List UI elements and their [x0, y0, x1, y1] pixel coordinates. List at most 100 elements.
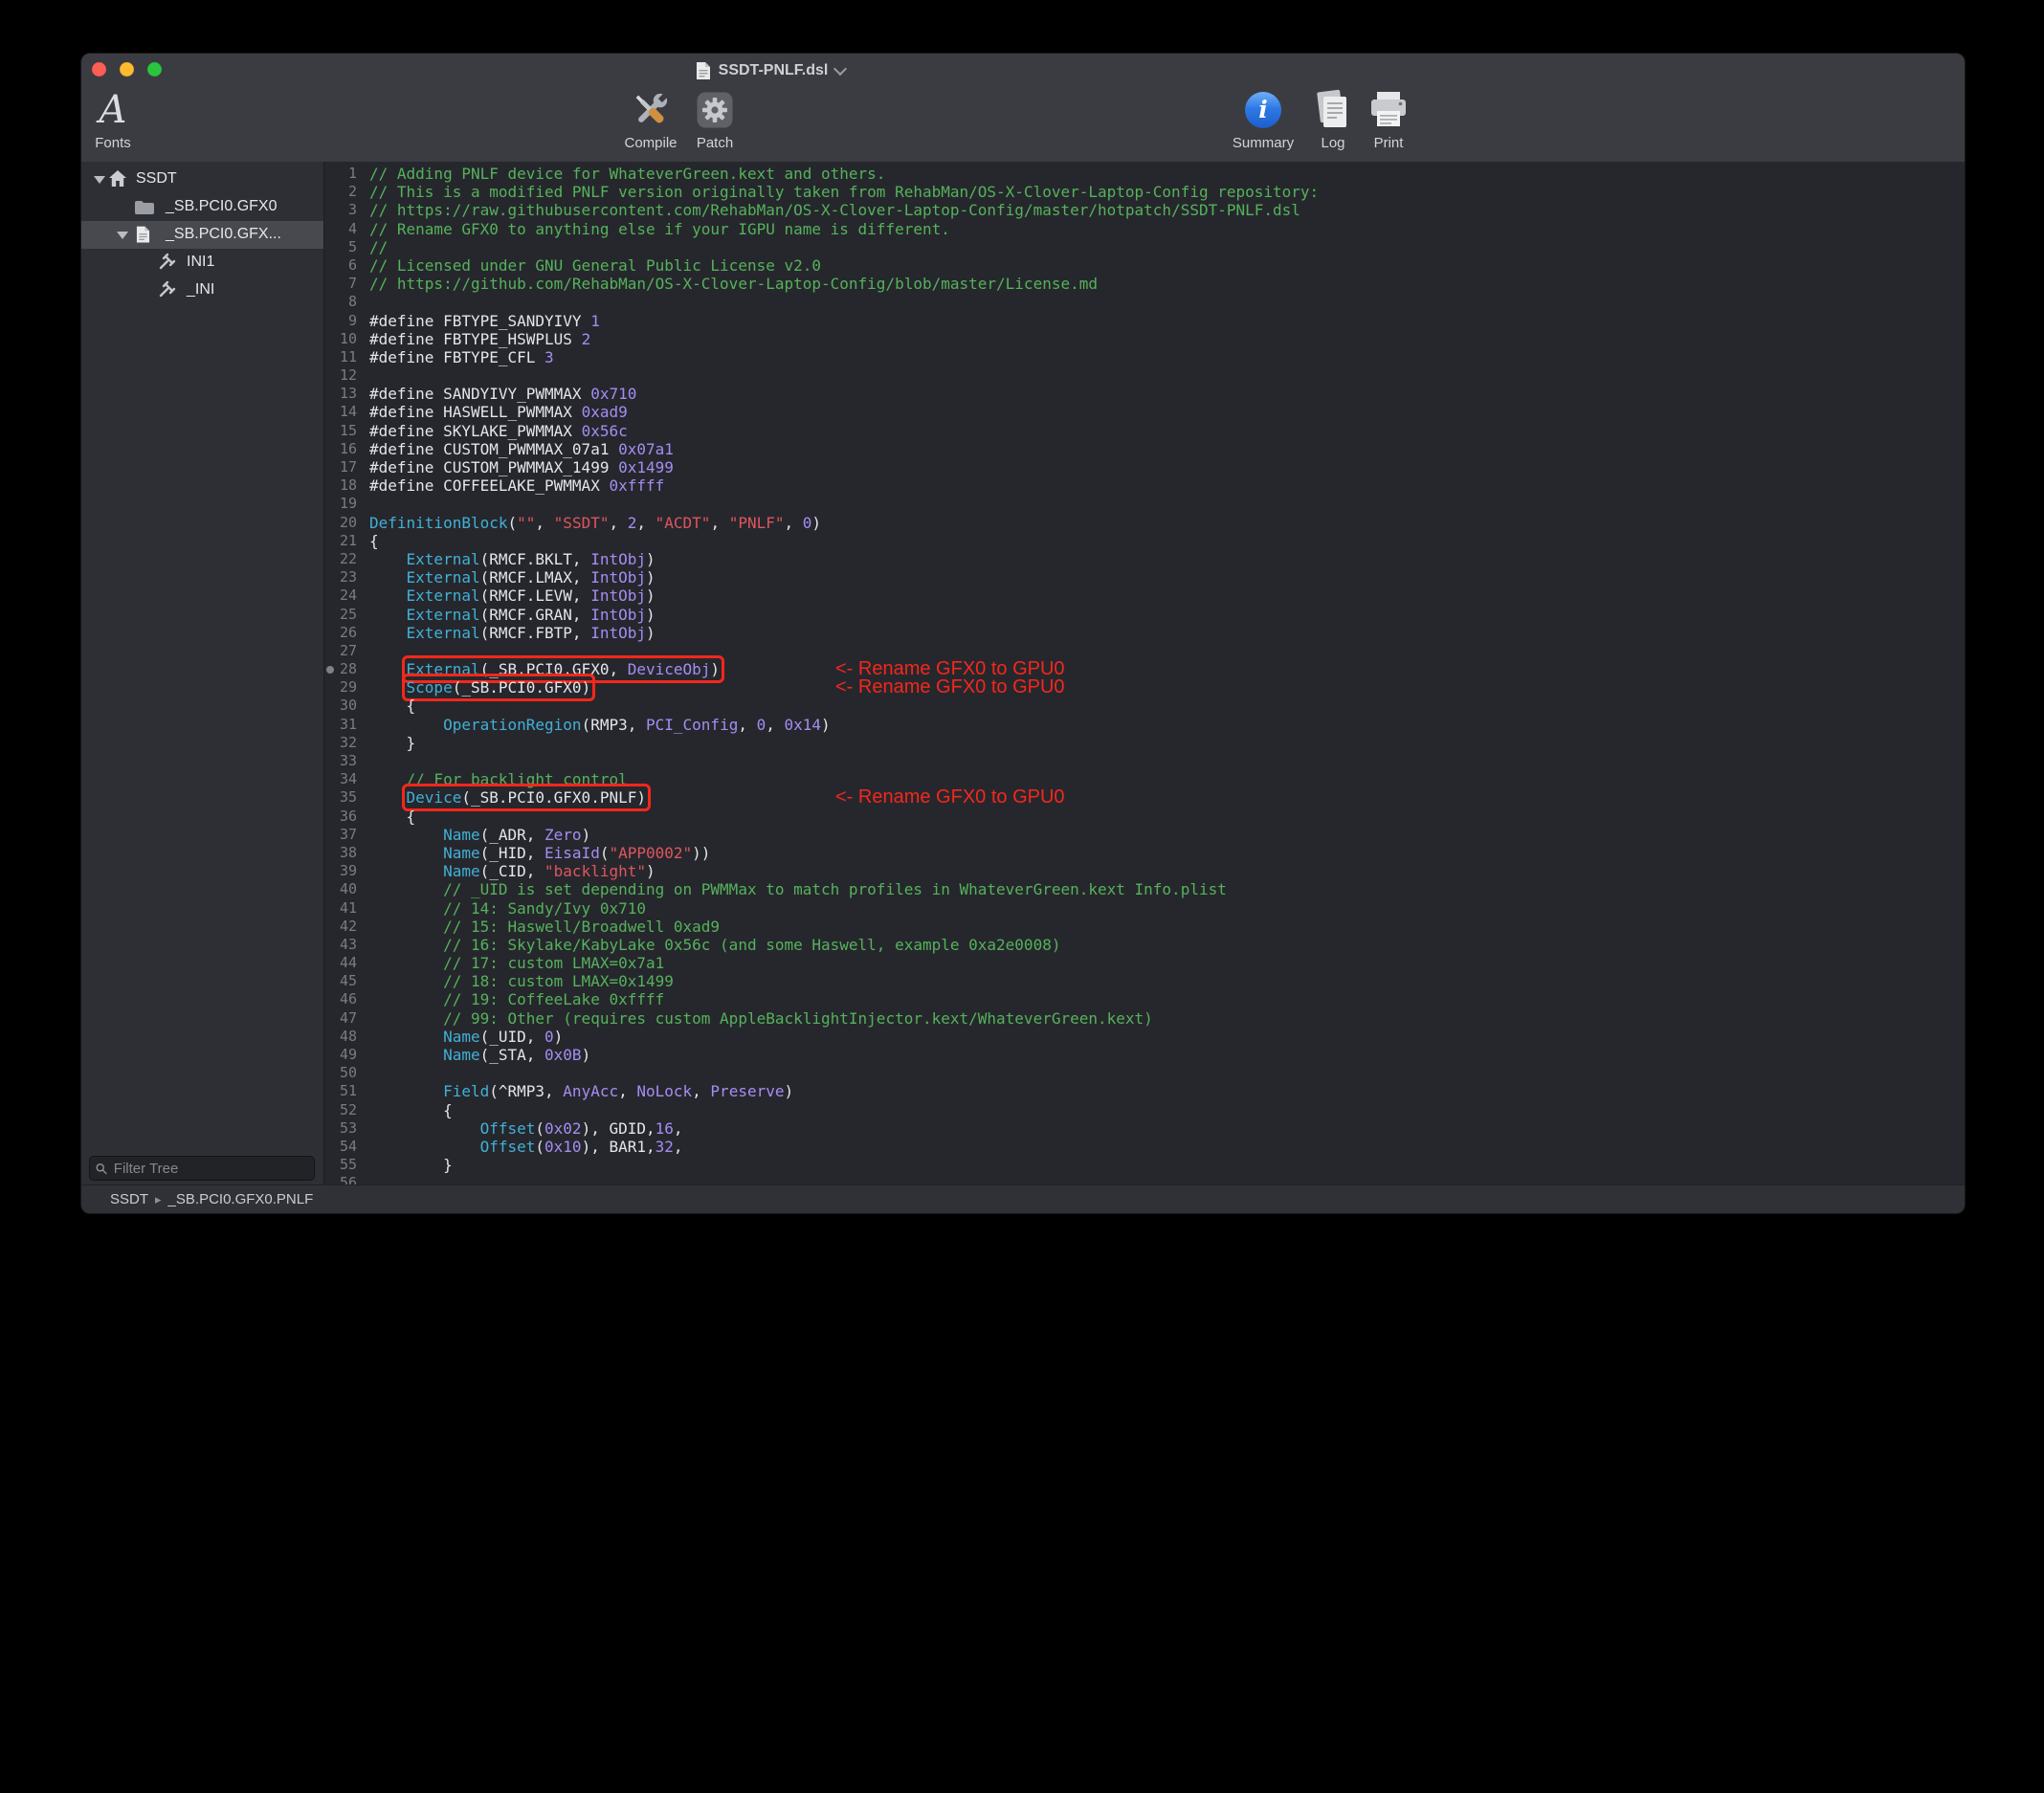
- code-line[interactable]: 20DefinitionBlock("", "SSDT", 2, "ACDT",…: [324, 514, 1965, 532]
- code-line[interactable]: 25 External(RMCF.GRAN, IntObj): [324, 606, 1965, 624]
- code-line[interactable]: 37 Name(_ADR, Zero): [324, 826, 1965, 844]
- code-line[interactable]: 42 // 15: Haswell/Broadwell 0xad9: [324, 918, 1965, 936]
- code-line[interactable]: 31 OperationRegion(RMP3, PCI_Config, 0, …: [324, 716, 1965, 734]
- code-line[interactable]: 53 Offset(0x02), GDID,16,: [324, 1119, 1965, 1138]
- sidebar-item-ssdt-root[interactable]: SSDT: [81, 166, 323, 193]
- code-text: Offset(0x10), BAR1,32,: [369, 1138, 683, 1156]
- code-line[interactable]: 28 External(_SB.PCI0.GFX0, DeviceObj)<- …: [324, 660, 1965, 678]
- code-line[interactable]: 39 Name(_CID, "backlight"): [324, 862, 1965, 880]
- code-line[interactable]: 10#define FBTYPE_HSWPLUS 2: [324, 330, 1965, 348]
- statusbar-jump-bar[interactable]: SSDT ▸ _SB.PCI0.GFX0.PNLF: [81, 1184, 1965, 1213]
- code-token: ,: [674, 1138, 683, 1156]
- code-token: ,: [609, 514, 627, 532]
- line-number: 5: [324, 238, 362, 256]
- zoom-button[interactable]: [147, 62, 162, 77]
- code-line[interactable]: 22 External(RMCF.BKLT, IntObj): [324, 550, 1965, 568]
- window-title[interactable]: SSDT-PNLF.dsl: [655, 59, 885, 82]
- code-line[interactable]: 48 Name(_UID, 0): [324, 1028, 1965, 1046]
- code-line[interactable]: 18#define COFFEELAKE_PWMMAX 0xffff: [324, 476, 1965, 495]
- code-line[interactable]: 7// https://github.com/RehabMan/OS-X-Clo…: [324, 275, 1965, 293]
- code-line[interactable]: 12: [324, 366, 1965, 385]
- title-chevron-icon[interactable]: [833, 61, 847, 75]
- code-editor[interactable]: 1// Adding PNLF device for WhateverGreen…: [324, 162, 1965, 1185]
- code-token: //: [369, 238, 388, 256]
- filter-tree-field[interactable]: [89, 1156, 315, 1181]
- code-line[interactable]: 52 {: [324, 1101, 1965, 1119]
- filter-tree-input[interactable]: [112, 1160, 308, 1178]
- close-button[interactable]: [92, 62, 106, 77]
- code-token: ,: [535, 514, 553, 532]
- code-line[interactable]: 6// Licensed under GNU General Public Li…: [324, 256, 1965, 275]
- code-line[interactable]: 30 {: [324, 697, 1965, 715]
- code-token: ), GDID,: [582, 1119, 655, 1138]
- code-text: #define SKYLAKE_PWMMAX 0x56c: [369, 422, 628, 440]
- code-line[interactable]: 51 Field(^RMP3, AnyAcc, NoLock, Preserve…: [324, 1082, 1965, 1100]
- code-line[interactable]: 13#define SANDYIVY_PWMMAX 0x710: [324, 385, 1965, 403]
- code-token: // 99: Other (requires custom AppleBackl…: [443, 1009, 1153, 1028]
- code-line[interactable]: 21{: [324, 532, 1965, 550]
- line-number: 3: [324, 201, 362, 219]
- code-line[interactable]: 40 // _UID is set depending on PWMMax to…: [324, 880, 1965, 898]
- code-line[interactable]: 3// https://raw.githubusercontent.com/Re…: [324, 201, 1965, 219]
- code-line[interactable]: 16#define CUSTOM_PWMMAX_07a1 0x07a1: [324, 440, 1965, 458]
- minimize-button[interactable]: [120, 62, 134, 77]
- code-line[interactable]: 9#define FBTYPE_SANDYIVY 1: [324, 312, 1965, 330]
- code-line[interactable]: 33: [324, 752, 1965, 770]
- code-line[interactable]: 46 // 19: CoffeeLake 0xffff: [324, 990, 1965, 1008]
- code-line[interactable]: 8: [324, 293, 1965, 311]
- sidebar-item-ini[interactable]: _INI: [81, 277, 323, 304]
- code-token: [369, 936, 443, 954]
- code-line[interactable]: 24 External(RMCF.LEVW, IntObj): [324, 587, 1965, 605]
- code-line[interactable]: 47 // 99: Other (requires custom AppleBa…: [324, 1009, 1965, 1028]
- sidebar-item-gfx0-pnlf-selected[interactable]: _SB.PCI0.GFX...: [81, 221, 323, 249]
- code-line[interactable]: 4// Rename GFX0 to anything else if your…: [324, 220, 1965, 238]
- code-line[interactable]: 41 // 14: Sandy/Ivy 0x710: [324, 899, 1965, 918]
- code-line[interactable]: 38 Name(_HID, EisaId("APP0002")): [324, 844, 1965, 862]
- code-line[interactable]: 36 {: [324, 808, 1965, 826]
- code-line[interactable]: 26 External(RMCF.FBTP, IntObj): [324, 624, 1965, 642]
- titlebar-toolbar: SSDT-PNLF.dsl A Fonts: [81, 54, 1965, 163]
- code-line[interactable]: 5 //: [324, 238, 1965, 256]
- method-icon: [157, 280, 176, 299]
- code-line[interactable]: 45 // 18: custom LMAX=0x1499: [324, 972, 1965, 990]
- code-line[interactable]: 27: [324, 642, 1965, 660]
- compile-icon: [627, 88, 675, 132]
- code-line[interactable]: 35 Device(_SB.PCI0.GFX0.PNLF)<- Rename G…: [324, 788, 1965, 807]
- code-token: ): [811, 514, 821, 532]
- code-line[interactable]: 11#define FBTYPE_CFL 3: [324, 348, 1965, 366]
- tree-item-label: INI1: [187, 254, 214, 271]
- code-line[interactable]: 1// Adding PNLF device for WhateverGreen…: [324, 165, 1965, 183]
- disclosure-triangle-icon[interactable]: [94, 176, 105, 184]
- code-line[interactable]: 15#define SKYLAKE_PWMMAX 0x56c: [324, 422, 1965, 440]
- breadcrumb-root[interactable]: SSDT: [110, 1191, 148, 1207]
- code-line[interactable]: 49 Name(_STA, 0x0B): [324, 1046, 1965, 1064]
- code-line[interactable]: 32 }: [324, 734, 1965, 752]
- breadcrumb-path[interactable]: _SB.PCI0.GFX0.PNLF: [168, 1191, 314, 1207]
- code-token: ): [646, 606, 655, 624]
- disclosure-triangle-icon[interactable]: [117, 232, 128, 239]
- code-line[interactable]: 44 // 17: custom LMAX=0x7a1: [324, 954, 1965, 972]
- sidebar-item-gfx0-folder[interactable]: _SB.PCI0.GFX0: [81, 193, 323, 221]
- code-line[interactable]: 19: [324, 495, 1965, 513]
- code-line[interactable]: 23 External(RMCF.LMAX, IntObj): [324, 568, 1965, 587]
- fonts-button[interactable]: A Fonts: [80, 86, 156, 151]
- code-token: #define FBTYPE_HSWPLUS: [369, 330, 582, 348]
- code-token: Scope: [407, 678, 453, 697]
- print-button[interactable]: Print: [1345, 86, 1432, 151]
- code-line[interactable]: 54 Offset(0x10), BAR1,32,: [324, 1138, 1965, 1156]
- code-token: }: [369, 734, 415, 752]
- code-line[interactable]: 34 // For backlight control: [324, 770, 1965, 788]
- code-line[interactable]: 17#define CUSTOM_PWMMAX_1499 0x1499: [324, 458, 1965, 476]
- code-token: 0xad9: [582, 403, 628, 421]
- sidebar-item-ini1[interactable]: INI1: [81, 249, 323, 277]
- code-line[interactable]: 2// This is a modified PNLF version orig…: [324, 183, 1965, 201]
- code-line[interactable]: 43 // 16: Skylake/KabyLake 0x56c (and so…: [324, 936, 1965, 954]
- code-line[interactable]: 50: [324, 1064, 1965, 1082]
- code-token: ): [646, 862, 655, 880]
- code-line[interactable]: 55 }: [324, 1156, 1965, 1174]
- code-line[interactable]: 14#define HASWELL_PWMMAX 0xad9: [324, 403, 1965, 421]
- code-line[interactable]: 29 Scope(_SB.PCI0.GFX0)<- Rename GFX0 to…: [324, 678, 1965, 697]
- patch-button[interactable]: Patch: [672, 86, 758, 151]
- code-token: ,: [738, 716, 756, 734]
- code-token: (^RMP3,: [489, 1082, 563, 1100]
